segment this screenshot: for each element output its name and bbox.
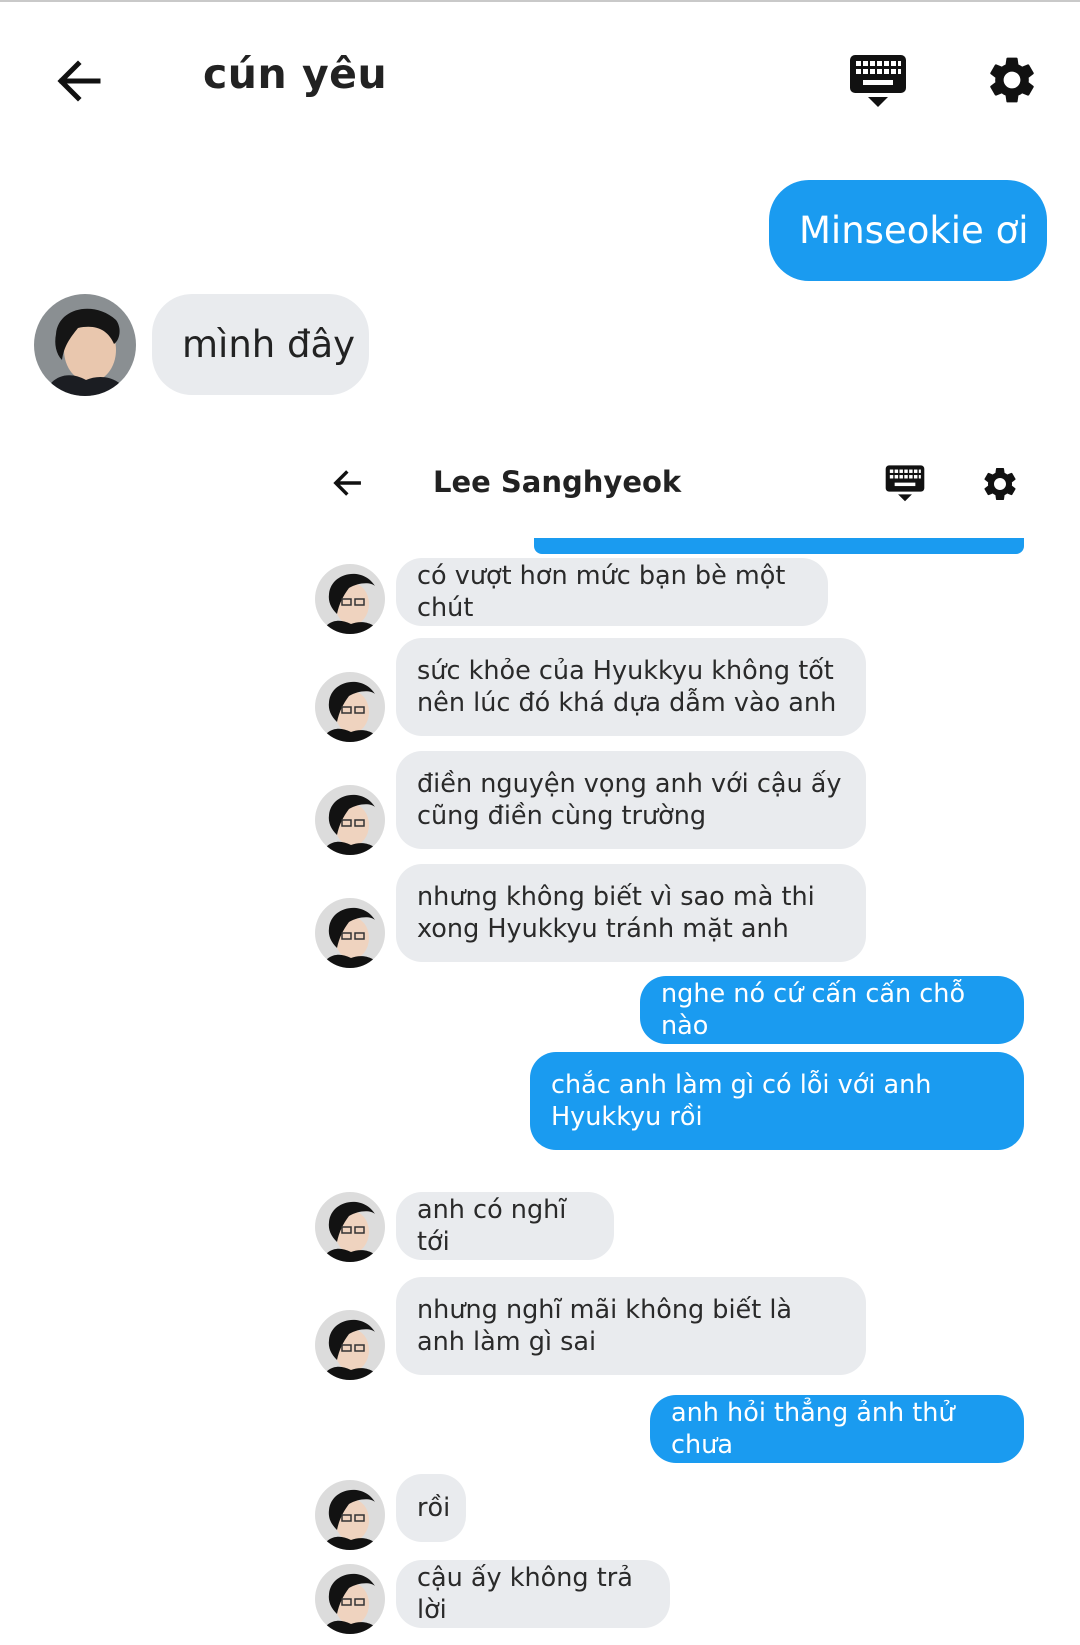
message-bubble-received: sức khỏe của Hyukkyu không tốt nên lúc đ… — [396, 638, 866, 736]
back-button[interactable] — [50, 52, 108, 110]
message-bubble-received: điền nguyện vọng anh với cậu ấy cũng điề… — [396, 751, 866, 849]
avatar — [315, 898, 385, 968]
cropped-sent-bubble — [534, 538, 1024, 554]
chat-title: Lee Sanghyeok — [433, 465, 682, 499]
avatar[interactable] — [34, 294, 136, 396]
message-bubble-received: nhưng không biết vì sao mà thi xong Hyuk… — [396, 864, 866, 962]
message-bubble-sent: anh hỏi thẳng ảnh thử chưa — [650, 1395, 1024, 1463]
avatar — [315, 564, 385, 634]
message-bubble-received: anh có nghĩ tới — [396, 1192, 614, 1260]
arrow-left-icon — [333, 470, 361, 496]
avatar — [315, 785, 385, 855]
avatar — [315, 672, 385, 742]
message-text: nhưng nghĩ mãi không biết là anh làm gì … — [417, 1295, 793, 1357]
message-bubble-received: rồi — [396, 1474, 466, 1542]
keyboard-icon — [850, 55, 906, 107]
keyboard-button[interactable] — [848, 52, 908, 112]
message-text: điền nguyện vọng anh với cậu ấy cũng điề… — [417, 769, 842, 831]
arrow-left-icon — [57, 60, 101, 102]
message-bubble-sent[interactable]: Minseokie ơi — [769, 180, 1047, 281]
avatar — [315, 1564, 385, 1634]
message-bubble-sent: nghe nó cứ cấn cấn chỗ nào — [640, 976, 1024, 1044]
message-text: anh hỏi thẳng ảnh thử chưa — [671, 1398, 955, 1460]
message-bubble-received: nhưng nghĩ mãi không biết là anh làm gì … — [396, 1277, 866, 1375]
chat-header: cún yêu — [0, 0, 1080, 150]
settings-button — [978, 462, 1022, 506]
avatar — [315, 1310, 385, 1380]
message-text: chắc anh làm gì có lỗi với anh Hyukkyu r… — [551, 1070, 932, 1132]
chat-title: cún yêu — [203, 50, 388, 98]
keyboard-button — [883, 462, 927, 506]
avatar — [315, 1480, 385, 1550]
message-text: nghe nó cứ cấn cấn chỗ nào — [661, 979, 966, 1041]
gear-icon — [984, 468, 1016, 500]
settings-button[interactable] — [983, 50, 1041, 110]
avatar — [315, 1192, 385, 1262]
message-text: nhưng không biết vì sao mà thi xong Hyuk… — [417, 882, 815, 944]
message-text: rồi — [417, 1493, 451, 1523]
message-text: mình đây — [182, 323, 356, 366]
message-bubble-received: có vượt hơn mức bạn bè một chút — [396, 558, 828, 626]
message-bubble-sent: chắc anh làm gì có lỗi với anh Hyukkyu r… — [530, 1052, 1024, 1150]
keyboard-icon — [885, 465, 925, 502]
embedded-chat-screenshot: Lee Sanghyeok có vượt hơn mức bạn bè một… — [310, 440, 1080, 1645]
message-text: anh có nghĩ tới — [417, 1195, 567, 1257]
gear-icon — [990, 57, 1034, 103]
message-text: Minseokie ơi — [799, 209, 1029, 252]
message-bubble-received[interactable]: mình đây — [152, 294, 369, 395]
message-text: cậu ấy không trả lời — [417, 1563, 633, 1625]
message-text: sức khỏe của Hyukkyu không tốt nên lúc đ… — [417, 656, 837, 718]
message-bubble-received: cậu ấy không trả lời — [396, 1560, 670, 1628]
back-button — [328, 463, 368, 503]
message-text: có vượt hơn mức bạn bè một chút — [417, 561, 786, 623]
